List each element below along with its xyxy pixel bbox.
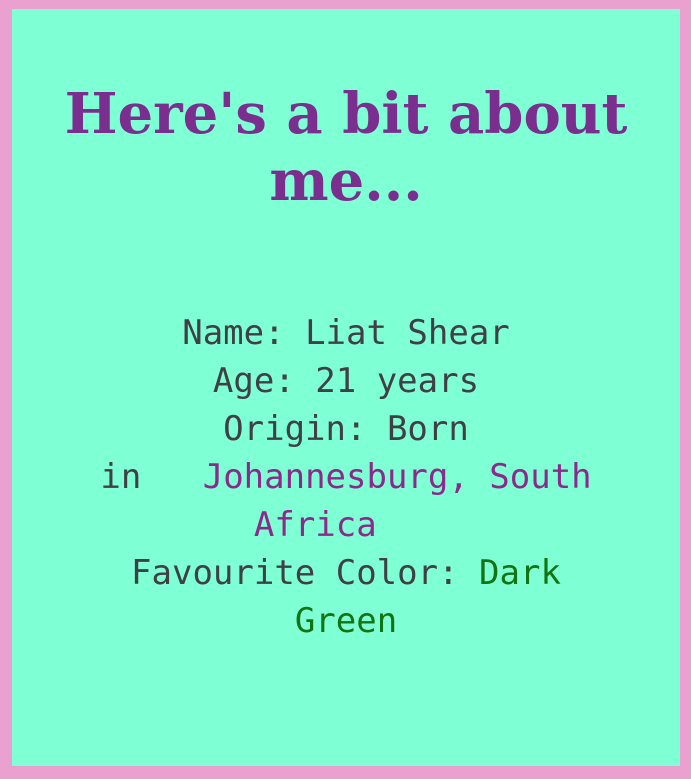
about-card: Here's a bit about me... Name: Liat Shear… <box>12 9 680 766</box>
name-label: Name: <box>182 313 285 353</box>
origin-place-line-2: Africa <box>253 505 377 545</box>
favourite-color-label: Favourite Color: <box>131 553 459 593</box>
page-heading: Here's a bit about me... <box>12 81 680 215</box>
origin-in: in <box>100 457 142 497</box>
age-value: 21 years <box>315 361 480 401</box>
origin-place-line-1: Johannesburg, South <box>202 457 592 497</box>
favourite-color-value-line-2: Green <box>294 601 398 641</box>
favourite-color-value-line-1: Dark <box>479 553 561 593</box>
bio-details: Name: Liat Shear Age: 21 years Origin: B… <box>12 309 680 645</box>
heading-line-1: Here's a bit about <box>64 81 628 147</box>
name-value: Liat Shear <box>305 313 510 353</box>
heading-line-2: me... <box>269 148 423 214</box>
origin-born: Born <box>386 409 469 449</box>
origin-label: Origin: <box>223 409 367 449</box>
age-label: Age: <box>212 361 295 401</box>
